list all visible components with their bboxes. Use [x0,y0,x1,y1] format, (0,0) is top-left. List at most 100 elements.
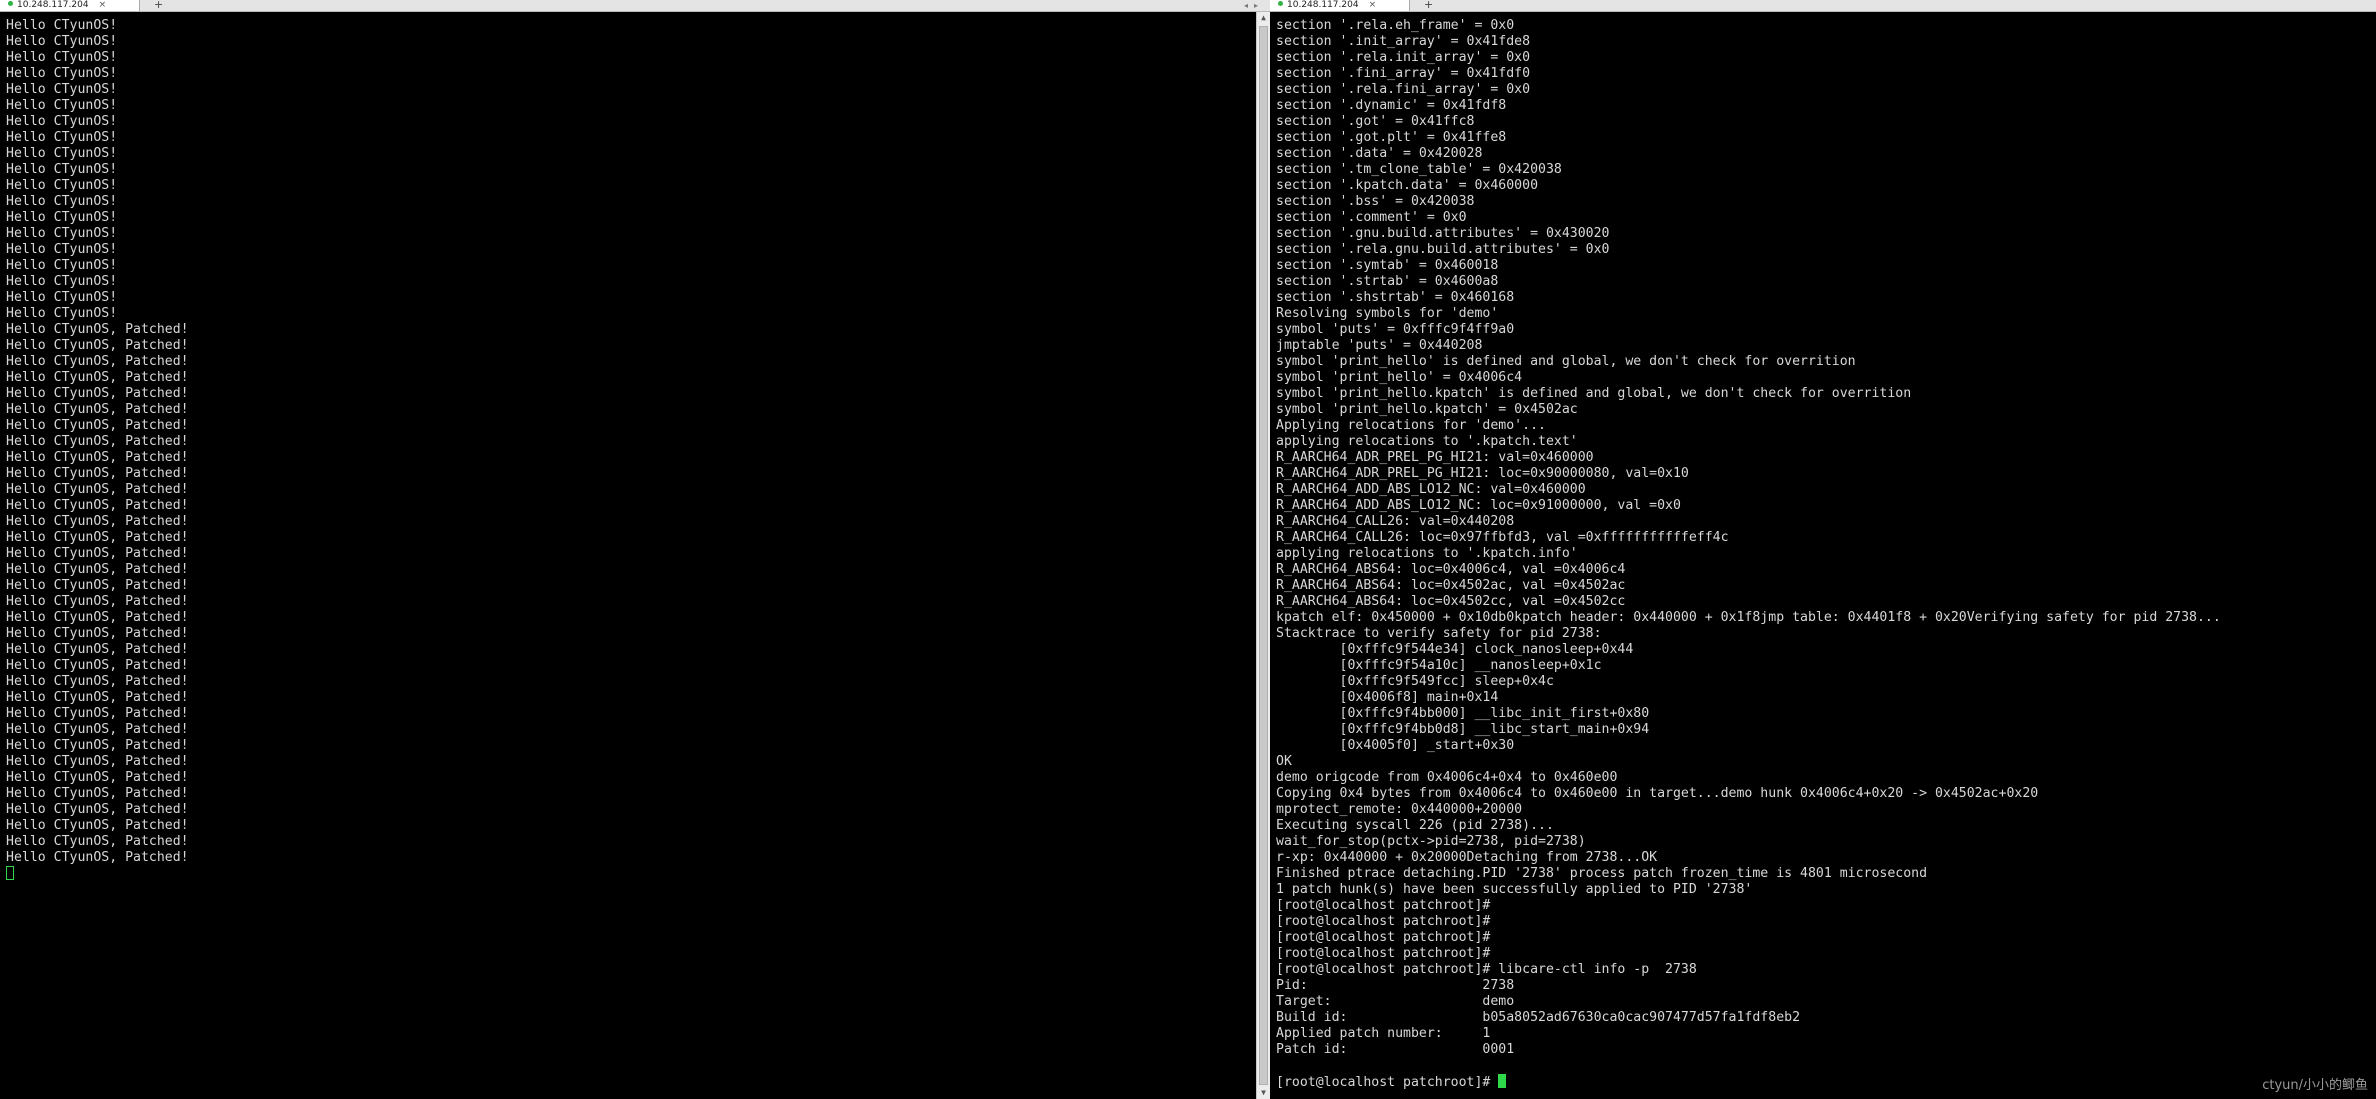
left-scrollbar-thumb[interactable] [1259,26,1268,1085]
terminal-line-text: R_AARCH64_CALL26: val=0x440208 [1276,514,1515,529]
terminal-line-text: Hello CTyunOS! [6,258,118,273]
terminal-line-text: [0xfffc9f549fcc] sleep+0x4c [1276,674,1554,689]
terminal-line-text: mprotect_remote: 0x440000+20000 [1276,802,1523,817]
terminal-line-text: section '.got' = 0x41ffc8 [1276,114,1475,129]
terminal-line: R_AARCH64_ABS64: loc=0x4502ac, val =0x45… [1276,578,2372,594]
terminal-line-text: Hello CTyunOS! [6,82,118,97]
terminal-line: Applied patch number: 1 [1276,1026,2372,1042]
terminal-line: wait_for_stop(pctx->pid=2738, pid=2738) [1276,834,2372,850]
terminal-line: Hello CTyunOS! [6,50,1252,66]
terminal-line: Hello CTyunOS, Patched! [6,338,1252,354]
terminal-line-text: [root@localhost patchroot]# libcare-ctl … [1276,962,1697,977]
terminal-line-text: section '.rela.gnu.build.attributes' = 0… [1276,242,1610,257]
left-scrollbar[interactable]: ▲ ▼ [1256,12,1270,1099]
terminal-line-text: Copying 0x4 bytes from 0x4006c4 to 0x460… [1276,786,2039,801]
terminal-line-text: [0x4005f0] _start+0x30 [1276,738,1515,753]
terminal-line-text: Hello CTyunOS, Patched! [6,834,189,849]
terminal-line-text: section '.init_array' = 0x41fde8 [1276,34,1531,49]
terminal-line-text: Hello CTyunOS, Patched! [6,482,189,497]
left-terminal-screen[interactable]: Hello CTyunOS! Hello CTyunOS! Hello CTyunO… [0,12,1256,1099]
right-terminal-screen[interactable]: section '.rela.eh_frame' = 0x0 section '.… [1270,12,2376,1099]
terminal-line: r-xp: 0x440000 + 0x20000Detaching from 2… [1276,850,2372,866]
terminal-line: section '.gnu.build.attributes' = 0x4300… [1276,226,2372,242]
terminal-line-text: Hello CTyunOS, Patched! [6,642,189,657]
terminal-line: Hello CTyunOS! [6,194,1252,210]
left-tab-scroll-arrows-icon[interactable]: ◂▸ [1244,0,1264,11]
terminal-line: OK [1276,754,2372,770]
terminal-line: Hello CTyunOS, Patched! [6,370,1252,386]
terminal-line-text: Pid: 2738 [1276,978,1515,993]
terminal-line-text: Hello CTyunOS, Patched! [6,674,189,689]
terminal-line: R_AARCH64_ADR_PREL_PG_HI21: val=0x460000 [1276,450,2372,466]
terminal-line-text: Hello CTyunOS, Patched! [6,802,189,817]
right-tab-close-icon[interactable]: × [1369,0,1377,10]
terminal-line-text: OK [1276,754,1292,769]
terminal-line-text: [root@localhost patchroot]# [1276,914,1491,929]
terminal-line-text: section '.bss' = 0x420038 [1276,194,1475,209]
terminal-line-text: R_AARCH64_ABS64: loc=0x4502cc, val =0x45… [1276,594,1626,609]
terminal-line-text: section '.kpatch.data' = 0x460000 [1276,178,1539,193]
terminal-line: Hello CTyunOS, Patched! [6,722,1252,738]
terminal-line: Hello CTyunOS, Patched! [6,466,1252,482]
connected-status-icon [1278,1,1283,6]
terminal-line: [root@localhost patchroot]# [1276,946,2372,962]
terminal-line: Hello CTyunOS! [6,210,1252,226]
terminal-line-text: Hello CTyunOS, Patched! [6,658,189,673]
terminal-line: Hello CTyunOS, Patched! [6,738,1252,754]
terminal-line: Hello CTyunOS, Patched! [6,562,1252,578]
right-new-tab-button[interactable]: + [1424,0,1433,10]
terminal-line: applying relocations to '.kpatch.text' [1276,434,2372,450]
terminal-line: Hello CTyunOS! [6,34,1252,50]
terminal-line-text: Hello CTyunOS! [6,306,118,321]
left-tab-close-icon[interactable]: × [99,0,107,10]
terminal-line-text: Hello CTyunOS, Patched! [6,418,189,433]
left-new-tab-button[interactable]: + [154,0,163,10]
terminal-line-text: Hello CTyunOS! [6,98,118,113]
terminal-line: [0x4005f0] _start+0x30 [1276,738,2372,754]
scroll-up-arrow-icon[interactable]: ▲ [1257,12,1270,24]
scroll-down-arrow-icon[interactable]: ▼ [1257,1087,1270,1099]
terminal-line-text: Hello CTyunOS, Patched! [6,354,189,369]
terminal-line: section '.rela.fini_array' = 0x0 [1276,82,2372,98]
terminal-line-text: section '.rela.eh_frame' = 0x0 [1276,18,1515,33]
terminal-line: section '.rela.eh_frame' = 0x0 [1276,18,2372,34]
terminal-line-text: section '.strtab' = 0x4600a8 [1276,274,1499,289]
terminal-line: [0xfffc9f544e34] clock_nanosleep+0x44 [1276,642,2372,658]
terminal-line-text: Hello CTyunOS! [6,242,118,257]
terminal-line: Hello CTyunOS, Patched! [6,610,1252,626]
terminal-line: Hello CTyunOS, Patched! [6,658,1252,674]
terminal-line: Hello CTyunOS, Patched! [6,850,1252,866]
terminal-line-text: Executing syscall 226 (pid 2738)... [1276,818,1554,833]
right-tab-title: 10.248.117.204 [1287,0,1359,10]
terminal-line: Hello CTyunOS, Patched! [6,530,1252,546]
terminal-line-text: [0x4006f8] main+0x14 [1276,690,1499,705]
terminal-line-text: r-xp: 0x440000 + 0x20000Detaching from 2… [1276,850,1658,865]
terminal-line: section '.shstrtab' = 0x460168 [1276,290,2372,306]
terminal-line: kpatch elf: 0x450000 + 0x10db0kpatch hea… [1276,610,2372,626]
terminal-line: R_AARCH64_ADR_PREL_PG_HI21: loc=0x900000… [1276,466,2372,482]
terminal-line-text: Applied patch number: 1 [1276,1026,1491,1041]
terminal-line: Hello CTyunOS! [6,146,1252,162]
terminal-line-text: Hello CTyunOS! [6,114,118,129]
right-session-tab[interactable]: 10.248.117.204 × [1270,0,1410,11]
terminal-line-text: Hello CTyunOS! [6,194,118,209]
terminal-line: Hello CTyunOS, Patched! [6,386,1252,402]
terminal-line-text: Hello CTyunOS, Patched! [6,338,189,353]
terminal-line: Executing syscall 226 (pid 2738)... [1276,818,2372,834]
terminal-line: Hello CTyunOS, Patched! [6,642,1252,658]
terminal-line: Hello CTyunOS, Patched! [6,498,1252,514]
terminal-line-text: Stacktrace to verify safety for pid 2738… [1276,626,1602,641]
terminal-line: section '.data' = 0x420028 [1276,146,2372,162]
left-session-tab[interactable]: 10.248.117.204 × [0,0,140,11]
terminal-line: [0xfffc9f54a10c] __nanosleep+0x1c [1276,658,2372,674]
terminal-line-text: applying relocations to '.kpatch.text' [1276,434,1578,449]
terminal-line: section '.comment' = 0x0 [1276,210,2372,226]
terminal-line-text: Hello CTyunOS! [6,66,118,81]
terminal-line-text: Hello CTyunOS, Patched! [6,530,189,545]
connected-status-icon [8,1,13,6]
terminal-line: Finished ptrace detaching.PID '2738' pro… [1276,866,2372,882]
terminal-line: section '.rela.init_array' = 0x0 [1276,50,2372,66]
terminal-line: Applying relocations for 'demo'... [1276,418,2372,434]
terminal-line: Stacktrace to verify safety for pid 2738… [1276,626,2372,642]
terminal-line: R_AARCH64_CALL26: loc=0x97ffbfd3, val =0… [1276,530,2372,546]
